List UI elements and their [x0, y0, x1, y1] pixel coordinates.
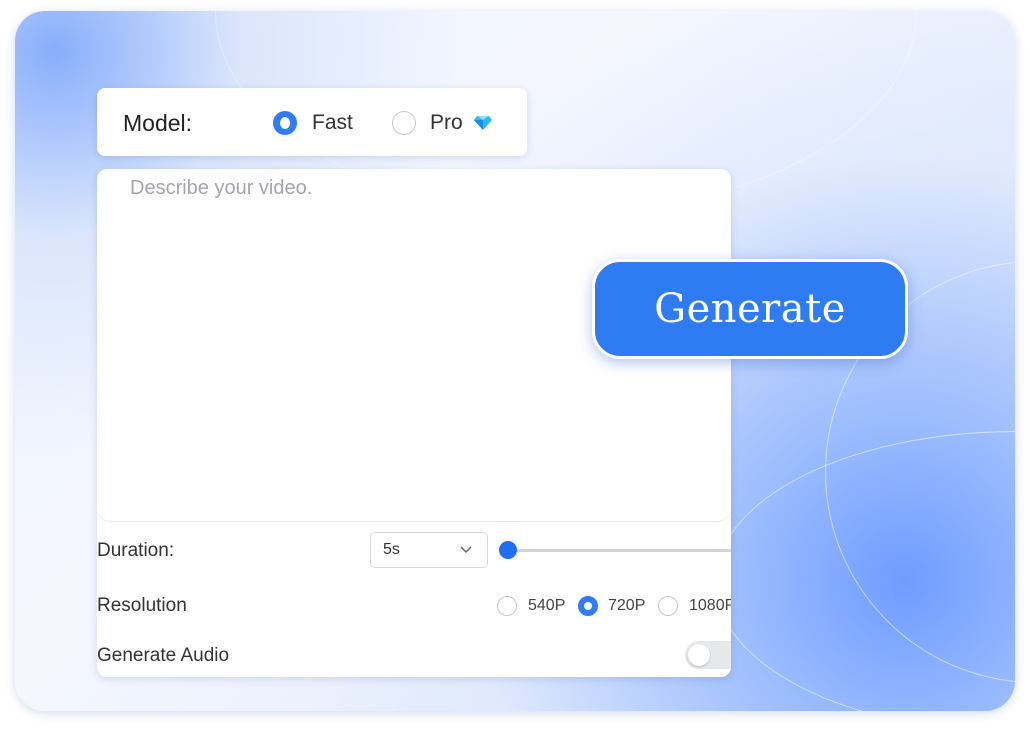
model-pro-radio[interactable] — [392, 111, 416, 135]
resolution-1080p-radio[interactable] — [658, 596, 678, 616]
resolution-720p-radio[interactable] — [578, 596, 598, 616]
resolution-1080p-label[interactable]: 1080P — [689, 597, 731, 615]
prompt-placeholder: Describe your video. — [130, 177, 313, 199]
chevron-down-icon — [460, 546, 472, 554]
duration-label: Duration: — [97, 540, 175, 561]
decorative-arc — [715, 431, 1015, 711]
resolution-540p-label[interactable]: 540P — [528, 597, 565, 615]
model-pro-label[interactable]: Pro — [430, 111, 463, 135]
duration-value: 5s — [383, 541, 400, 558]
generate-audio-toggle[interactable] — [685, 641, 731, 669]
duration-slider-track[interactable] — [507, 549, 731, 552]
generate-button[interactable]: Generate — [592, 259, 908, 359]
duration-select[interactable]: 5s — [370, 532, 488, 568]
resolution-label: Resolution — [97, 595, 187, 616]
toggle-knob — [688, 644, 710, 666]
model-label: Model: — [123, 110, 193, 136]
model-fast-label[interactable]: Fast — [312, 111, 353, 135]
diamond-icon — [474, 116, 492, 130]
model-fast-radio[interactable] — [273, 111, 297, 135]
duration-slider-thumb[interactable] — [499, 541, 517, 559]
generation-form: Describe your video. Duration: 5s Resolu… — [97, 169, 731, 677]
resolution-540p-radio[interactable] — [497, 596, 517, 616]
generate-audio-label: Generate Audio — [97, 645, 230, 666]
model-selector-card: Model: Fast Pro — [97, 88, 527, 156]
resolution-720p-label[interactable]: 720P — [608, 597, 645, 615]
